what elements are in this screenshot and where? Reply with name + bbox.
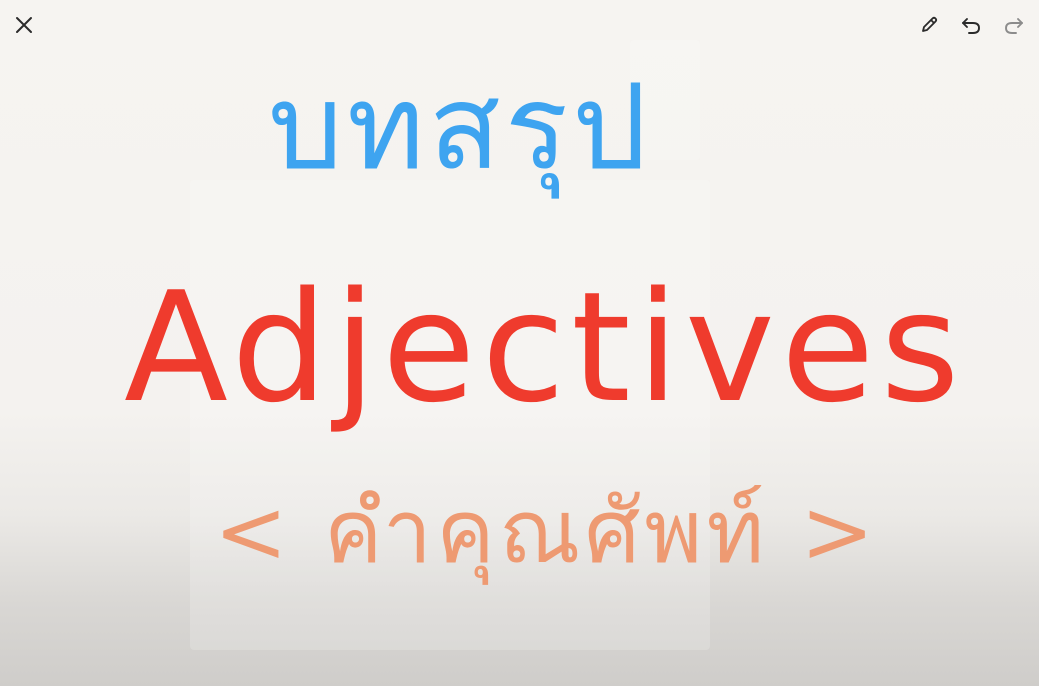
handwritten-thai-title: บทสรุป: [268, 58, 651, 196]
handwritten-thai-subtitle: < คำคุณศัพท์ >: [214, 480, 879, 583]
redo-icon: [1005, 18, 1023, 34]
undo-button[interactable]: [956, 10, 986, 40]
handwritten-english-title: Adjectives: [124, 259, 966, 436]
pen-tool-button[interactable]: [914, 10, 944, 40]
undo-icon: [962, 18, 980, 34]
pencil-icon: [922, 16, 938, 32]
close-button[interactable]: [9, 10, 39, 40]
redo-button[interactable]: [999, 10, 1029, 40]
close-icon: [16, 17, 32, 33]
